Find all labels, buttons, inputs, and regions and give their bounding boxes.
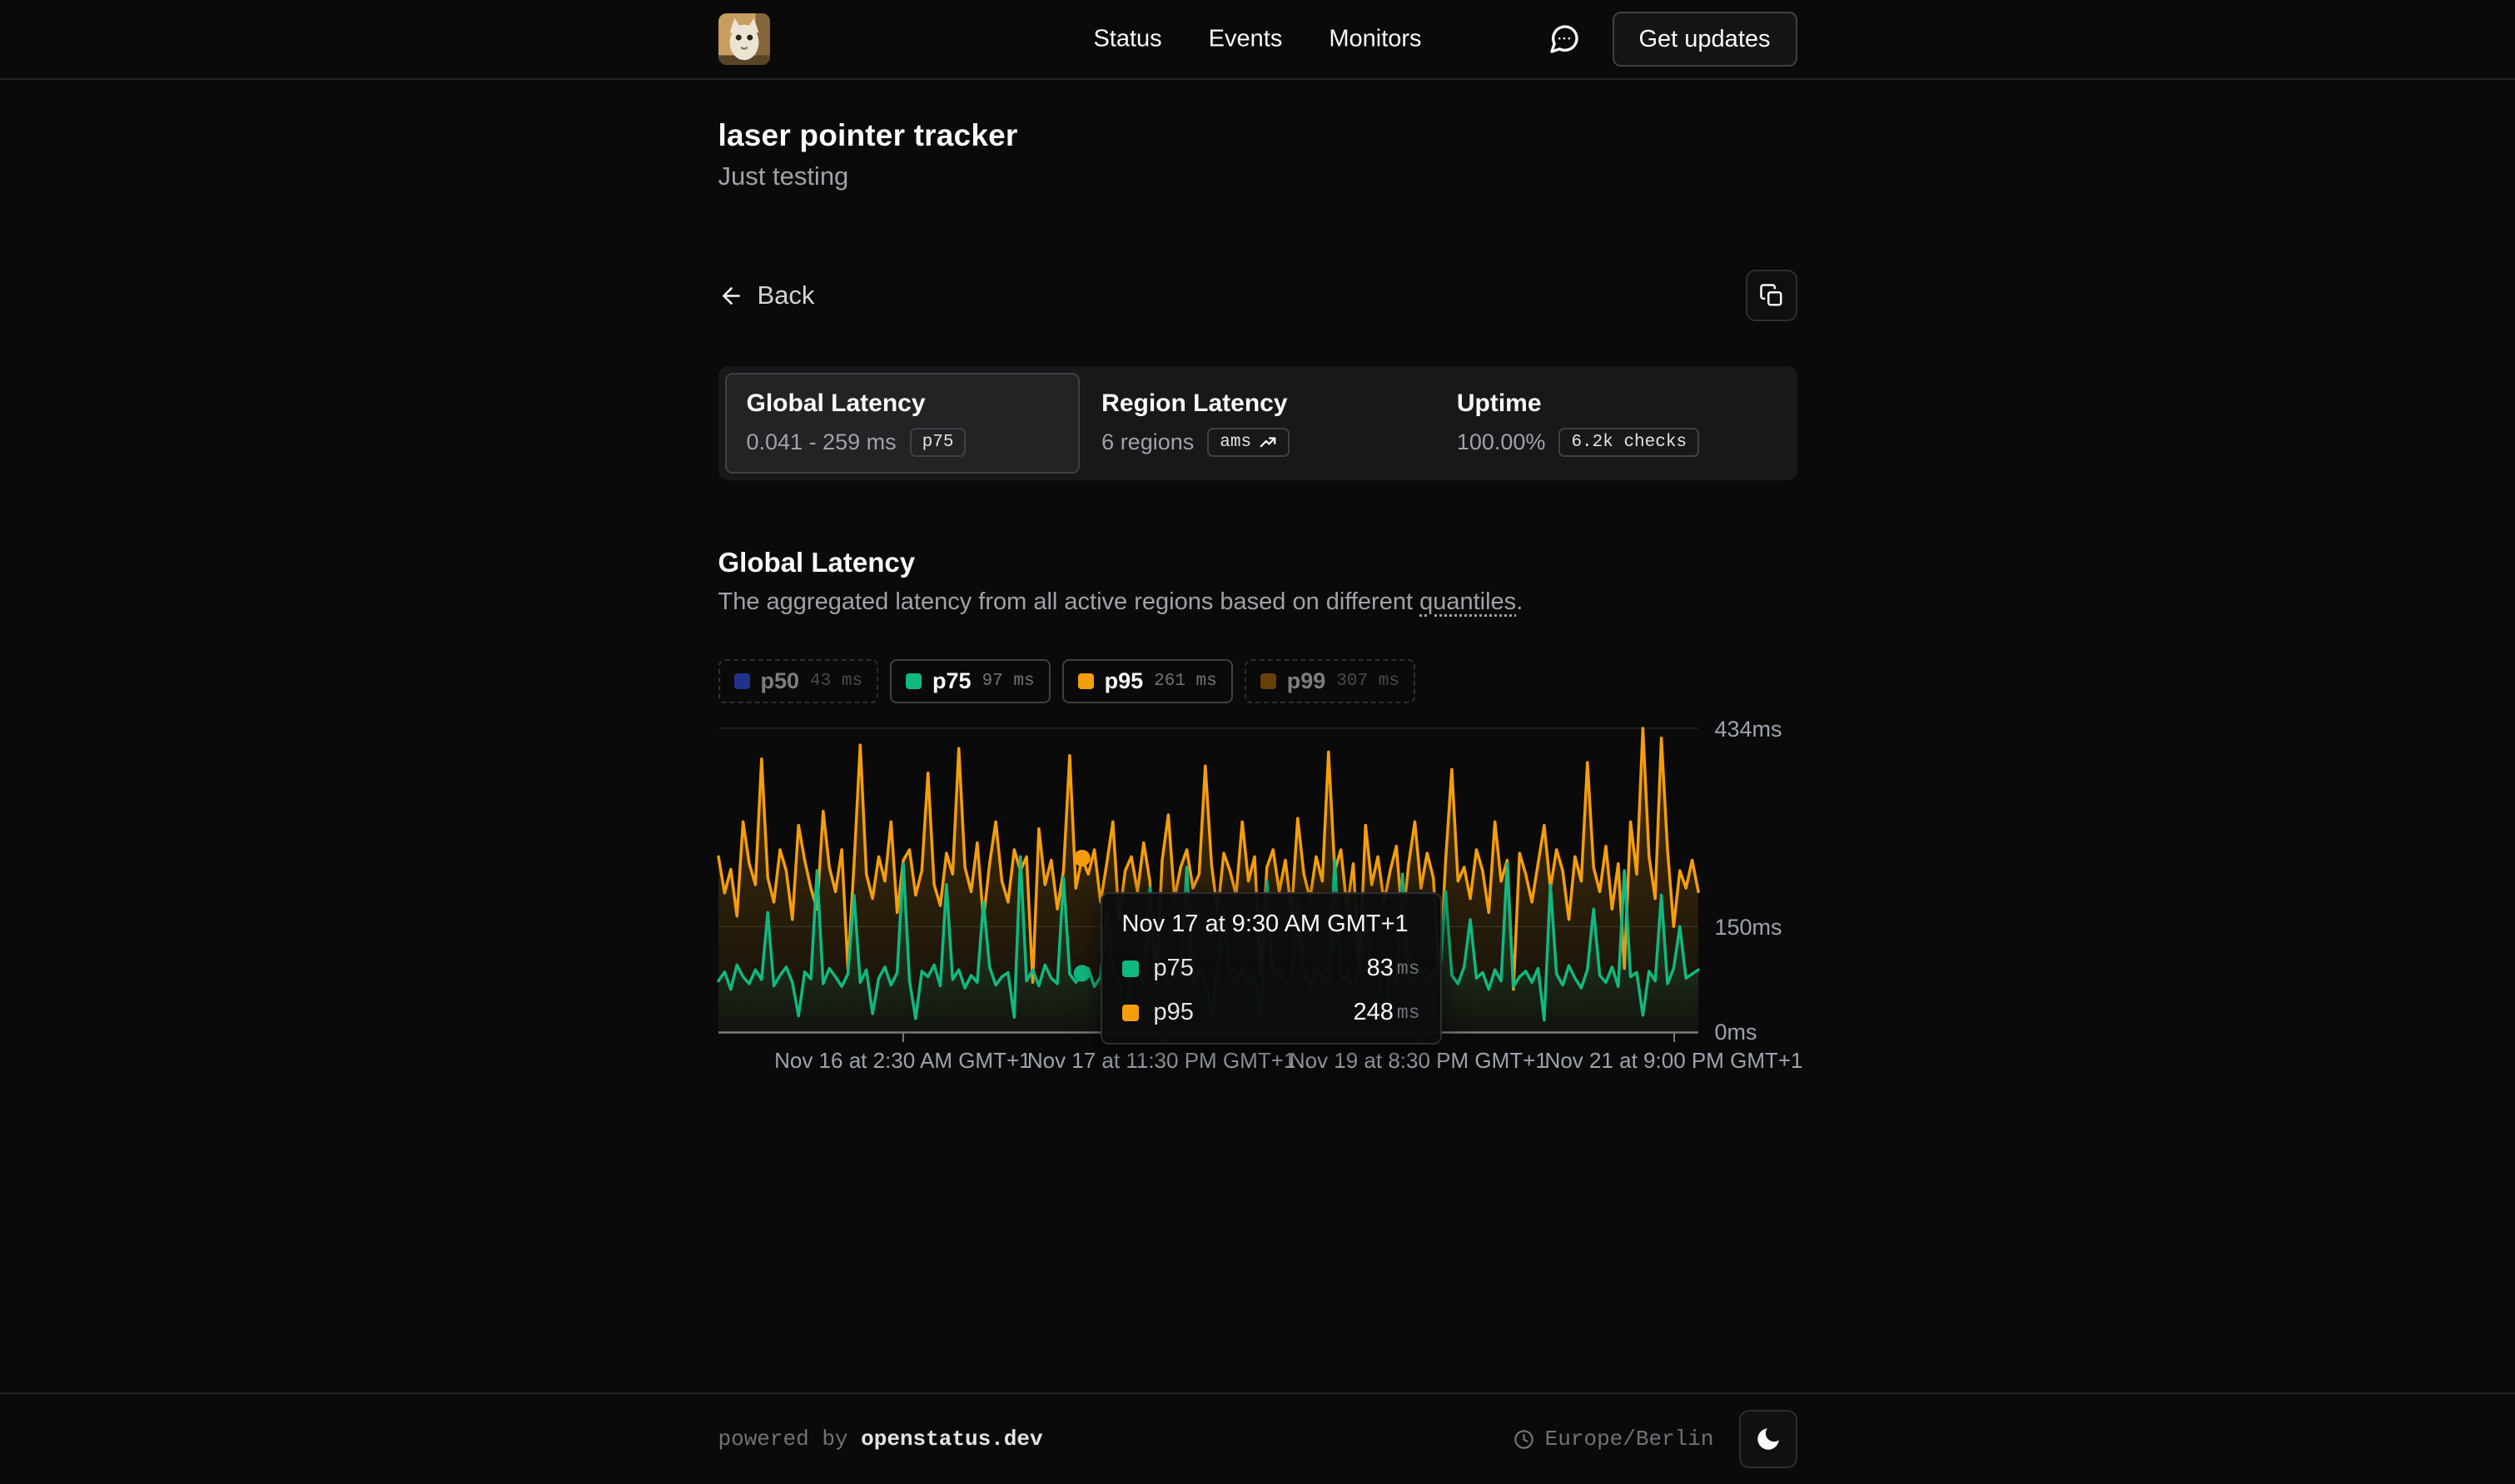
timezone-label: Europe/Berlin [1545, 1427, 1714, 1452]
y-axis-label: 0ms [1715, 1020, 1757, 1045]
latency-chart: Nov 17 at 9:30 AM GMT+1 p75 83 ms p95 24… [718, 728, 1797, 1086]
copy-link-button[interactable] [1746, 270, 1797, 321]
tab-value: 6 regions [1101, 429, 1194, 455]
section-description: The aggregated latency from all active r… [718, 588, 1797, 616]
site-logo[interactable] [718, 13, 770, 65]
x-axis-label: Nov 21 at 9:00 PM GMT+1 [1545, 1048, 1803, 1074]
y-axis-label: 150ms [1715, 915, 1782, 941]
tab-value: 0.041 - 259 ms [747, 429, 897, 455]
back-link[interactable]: Back [718, 280, 815, 310]
tab-title: Uptime [1457, 390, 1769, 418]
chart-legend: p50 43 ms p75 97 ms p95 261 ms p99 307 m… [718, 659, 1797, 703]
legend-chip-p95[interactable]: p95 261 ms [1062, 659, 1233, 703]
summary-tabs: Global Latency 0.041 - 259 ms p75 Region… [718, 366, 1797, 480]
theme-toggle-button[interactable] [1739, 1410, 1797, 1468]
chip-value: 307 ms [1336, 672, 1399, 691]
nav-links: Status Events Monitors [1093, 26, 1421, 53]
copy-icon [1759, 283, 1784, 308]
p75-swatch [1122, 960, 1139, 977]
page-subtitle: Just testing [718, 161, 1797, 191]
chart-tooltip: Nov 17 at 9:30 AM GMT+1 p75 83 ms p95 24… [1101, 892, 1442, 1045]
x-axis-label: Nov 16 at 2:30 AM GMT+1 [774, 1048, 1031, 1074]
legend-chip-p50[interactable]: p50 43 ms [718, 659, 879, 703]
quantile-badge: p75 [910, 428, 967, 457]
nav-actions: Get updates [1541, 12, 1797, 67]
feedback-button[interactable] [1541, 16, 1588, 62]
x-axis: Nov 16 at 2:30 AM GMT+1Nov 17 at 11:30 P… [718, 1048, 1698, 1078]
chip-label: p95 [1105, 668, 1144, 694]
moon-icon [1754, 1425, 1782, 1453]
p75-swatch [906, 673, 922, 689]
tooltip-timestamp: Nov 17 at 9:30 AM GMT+1 [1122, 911, 1420, 938]
chip-value: 43 ms [810, 672, 862, 691]
arrow-left-icon [718, 283, 744, 309]
legend-chip-p75[interactable]: p75 97 ms [890, 659, 1051, 703]
chart-plot-area[interactable]: Nov 17 at 9:30 AM GMT+1 p75 83 ms p95 24… [718, 728, 1698, 1043]
tooltip-value: 248 [1354, 999, 1394, 1026]
cat-logo-icon [718, 13, 770, 65]
nav-link-monitors[interactable]: Monitors [1329, 26, 1421, 53]
tooltip-series-name: p95 [1154, 999, 1194, 1026]
section-title: Global Latency [718, 547, 1797, 578]
top-navbar: Status Events Monitors Get updates [0, 0, 2515, 80]
chip-value: 97 ms [982, 672, 1035, 691]
clock-icon [1513, 1428, 1535, 1451]
p95-swatch [1122, 1005, 1139, 1021]
powered-by: powered by openstatus.dev [718, 1427, 1043, 1452]
tooltip-unit: ms [1397, 1002, 1420, 1024]
get-updates-button[interactable]: Get updates [1613, 12, 1797, 67]
tab-title: Region Latency [1101, 390, 1414, 418]
tab-global-latency[interactable]: Global Latency 0.041 - 259 ms p75 [725, 373, 1081, 474]
footer: powered by openstatus.dev Europe/Berlin [0, 1392, 2515, 1484]
p95-swatch [1078, 673, 1094, 689]
checks-badge: 6.2k checks [1558, 428, 1699, 457]
toolbar-row: Back [718, 270, 1797, 321]
x-axis-label: Nov 19 at 8:30 PM GMT+1 [1290, 1048, 1548, 1074]
p99-swatch [1260, 673, 1276, 689]
region-badge: ams [1207, 428, 1290, 457]
openstatus-link[interactable]: openstatus.dev [861, 1427, 1042, 1452]
nav-link-status[interactable]: Status [1093, 26, 1161, 53]
main-content: laser pointer tracker Just testing Back … [718, 80, 1797, 1086]
chip-value: 261 ms [1154, 672, 1217, 691]
tab-title: Global Latency [747, 390, 1059, 418]
back-label: Back [758, 280, 815, 310]
legend-chip-p99[interactable]: p99 307 ms [1245, 659, 1415, 703]
timezone: Europe/Berlin [1513, 1427, 1714, 1452]
tooltip-row-p75: p75 83 ms [1122, 955, 1420, 982]
tab-region-latency[interactable]: Region Latency 6 regions ams [1080, 373, 1435, 474]
chip-label: p75 [932, 668, 972, 694]
trending-up-icon [1259, 434, 1277, 452]
chip-label: p99 [1287, 668, 1326, 694]
quantiles-link[interactable]: quantiles [1419, 588, 1516, 615]
page-title: laser pointer tracker [718, 118, 1797, 153]
tooltip-series-name: p75 [1154, 955, 1194, 982]
x-axis-label: Nov 17 at 11:30 PM GMT+1 [1027, 1048, 1296, 1074]
tooltip-row-p95: p95 248 ms [1122, 999, 1420, 1026]
p50-swatch [734, 673, 750, 689]
tab-uptime[interactable]: Uptime 100.00% 6.2k checks [1435, 373, 1791, 474]
y-axis-label: 434ms [1715, 717, 1782, 742]
chat-bubble-icon [1548, 22, 1581, 56]
chip-label: p50 [761, 668, 800, 694]
nav-link-events[interactable]: Events [1209, 26, 1283, 53]
tooltip-unit: ms [1397, 958, 1420, 980]
y-axis: 434ms 150ms 0ms [1715, 728, 1797, 1031]
tab-value: 100.00% [1457, 429, 1546, 455]
tooltip-value: 83 [1367, 955, 1394, 982]
